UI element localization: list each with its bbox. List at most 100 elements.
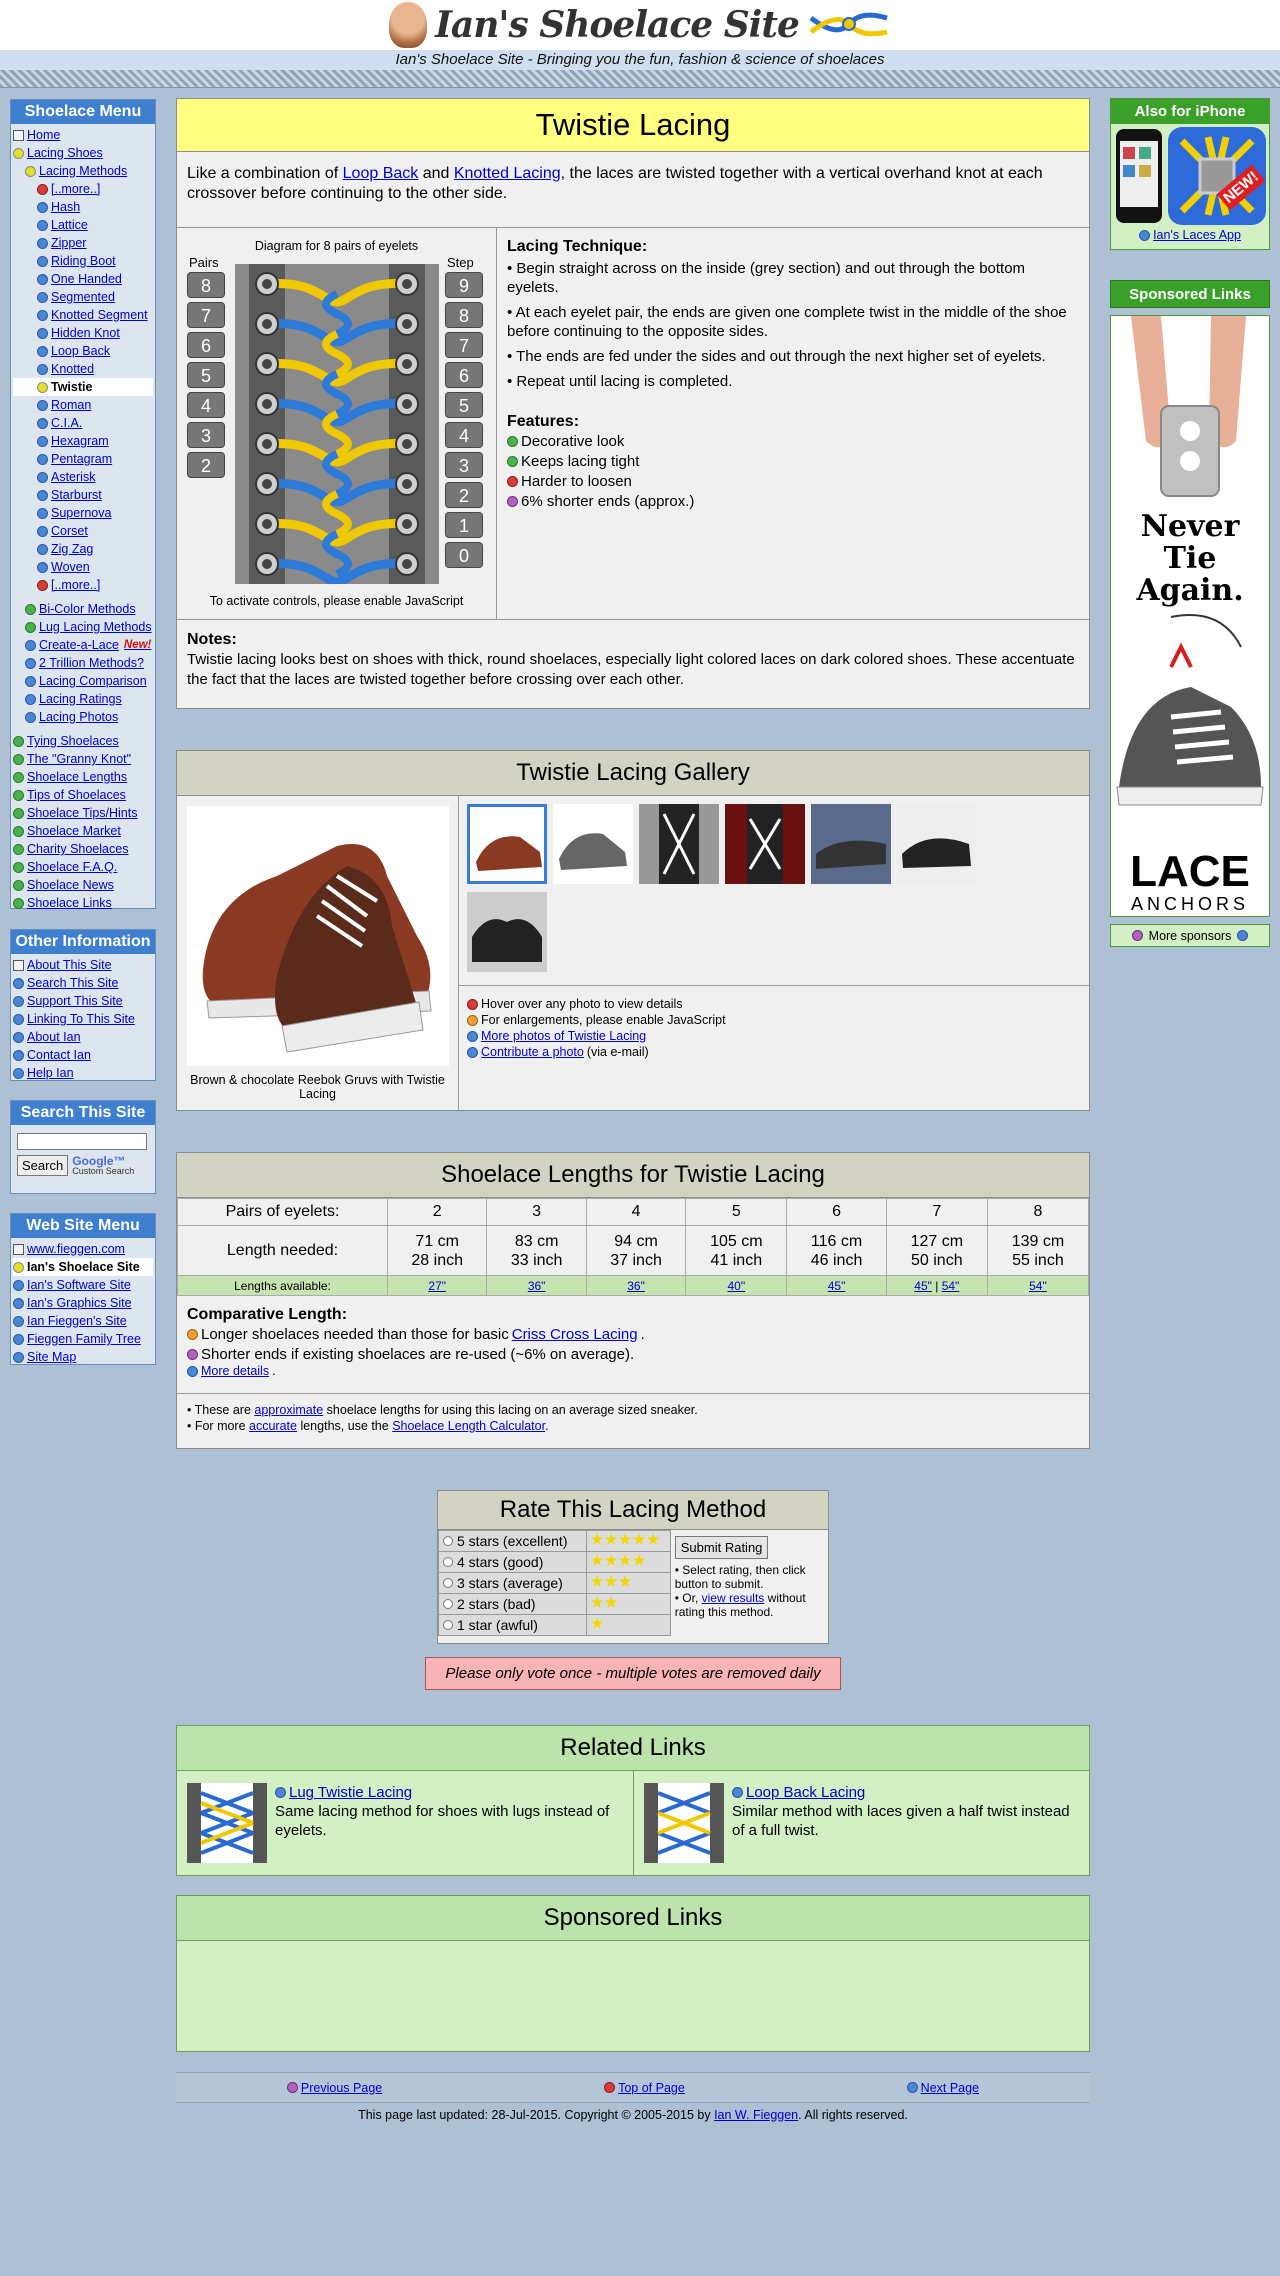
menu-item-create-a-lace[interactable]: Create-a-Lace New! — [13, 636, 153, 654]
available-length-link[interactable]: 27" — [428, 1279, 446, 1293]
pairs-button-3[interactable]: 3 — [187, 422, 225, 448]
menu-item-shoelace-lengths[interactable]: Shoelace Lengths — [13, 768, 153, 786]
pairs-button-6[interactable]: 6 — [187, 332, 225, 358]
menu-item-lacing-shoes[interactable]: Lacing Shoes — [13, 144, 153, 162]
more-photos-link[interactable]: More photos of Twistie Lacing — [481, 1028, 646, 1044]
next-page-link[interactable]: Next Page — [921, 2081, 979, 2095]
web-menu-item-5[interactable]: Fieggen Family Tree — [13, 1330, 153, 1348]
available-length-link[interactable]: 36" — [528, 1279, 546, 1293]
lug-twistie-thumbnail[interactable] — [187, 1783, 267, 1863]
menu-item-zig-zag[interactable]: Zig Zag — [13, 540, 153, 558]
available-length-link[interactable]: 45" — [828, 1279, 846, 1293]
menu-item-one-handed[interactable]: One Handed — [13, 270, 153, 288]
menu-item-2-trillion-methods[interactable]: 2 Trillion Methods? — [13, 654, 153, 672]
step-button-8[interactable]: 8 — [445, 302, 483, 328]
available-length-link[interactable]: 40" — [728, 1279, 746, 1293]
search-input[interactable] — [17, 1133, 147, 1150]
menu-item-riding-boot[interactable]: Riding Boot — [13, 252, 153, 270]
ians-laces-app-link[interactable]: Ian's Laces App — [1153, 228, 1241, 242]
menu-item-lacing-methods[interactable]: Lacing Methods — [13, 162, 153, 180]
menu-item-supernova[interactable]: Supernova — [13, 504, 153, 522]
step-button-1[interactable]: 1 — [445, 512, 483, 538]
menu-item-hexagram[interactable]: Hexagram — [13, 432, 153, 450]
menu-item-hash[interactable]: Hash — [13, 198, 153, 216]
other-item-3[interactable]: Linking To This Site — [13, 1010, 153, 1028]
rating-radio[interactable] — [443, 1578, 453, 1588]
step-button-7[interactable]: 7 — [445, 332, 483, 358]
menu-item-bi-color-methods[interactable]: Bi-Color Methods — [13, 600, 153, 618]
menu-item-home[interactable]: Home — [13, 126, 153, 144]
menu-item-lacing-comparison[interactable]: Lacing Comparison — [13, 672, 153, 690]
step-button-0[interactable]: 0 — [445, 542, 483, 568]
rating-option[interactable]: 3 stars (average) — [438, 1572, 587, 1594]
knotted-lacing-link[interactable]: Knotted Lacing — [454, 165, 561, 182]
main-shoe-photo[interactable] — [187, 806, 449, 1066]
menu-item-twistie[interactable]: Twistie — [13, 378, 153, 396]
rating-radio[interactable] — [443, 1536, 453, 1546]
menu-item-lattice[interactable]: Lattice — [13, 216, 153, 234]
pairs-button-4[interactable]: 4 — [187, 392, 225, 418]
thumbnail-4[interactable] — [725, 804, 805, 884]
more-sponsors-bar[interactable]: More sponsors — [1110, 924, 1270, 947]
view-results-link[interactable]: view results — [702, 1591, 765, 1605]
other-item-0[interactable]: About This Site — [13, 956, 153, 974]
length-calculator-link[interactable]: Shoelace Length Calculator — [392, 1419, 545, 1433]
web-menu-item-4[interactable]: Ian Fieggen's Site — [13, 1312, 153, 1330]
thumbnail-2[interactable] — [553, 804, 633, 884]
search-button[interactable]: Search — [17, 1155, 69, 1176]
web-menu-item-2[interactable]: Ian's Software Site — [13, 1276, 153, 1294]
rating-option[interactable]: 4 stars (good) — [438, 1551, 587, 1573]
menu-item-the-granny-knot[interactable]: The "Granny Knot" — [13, 750, 153, 768]
menu-item-corset[interactable]: Corset — [13, 522, 153, 540]
previous-page-link[interactable]: Previous Page — [301, 2081, 382, 2095]
pairs-button-5[interactable]: 5 — [187, 362, 225, 388]
menu-item-c-i-a[interactable]: C.I.A. — [13, 414, 153, 432]
menu-item-shoelace-news[interactable]: Shoelace News — [13, 876, 153, 894]
top-of-page-link[interactable]: Top of Page — [618, 2081, 685, 2095]
menu-item-segmented[interactable]: Segmented — [13, 288, 153, 306]
step-button-9[interactable]: 9 — [445, 272, 483, 298]
rating-radio[interactable] — [443, 1557, 453, 1567]
menu-item-knotted-segment[interactable]: Knotted Segment — [13, 306, 153, 324]
available-length-link[interactable]: 45" — [914, 1279, 932, 1293]
menu-item-tips-of-shoelaces[interactable]: Tips of Shoelaces — [13, 786, 153, 804]
pairs-button-2[interactable]: 2 — [187, 452, 225, 478]
lace-anchors-ad[interactable]: Never Tie Again. LACE ANCHORS — [1110, 315, 1270, 917]
menu-item-asterisk[interactable]: Asterisk — [13, 468, 153, 486]
step-button-3[interactable]: 3 — [445, 452, 483, 478]
web-menu-item-1[interactable]: Ian's Shoelace Site — [13, 1258, 153, 1276]
menu-item-shoelace-f-a-q[interactable]: Shoelace F.A.Q. — [13, 858, 153, 876]
step-button-4[interactable]: 4 — [445, 422, 483, 448]
available-length-link[interactable]: 54" — [942, 1279, 960, 1293]
accurate-link[interactable]: accurate — [249, 1419, 297, 1433]
menu-item-lug-lacing-methods[interactable]: Lug Lacing Methods — [13, 618, 153, 636]
loop-back-thumbnail[interactable] — [644, 1783, 724, 1863]
menu-item-starburst[interactable]: Starburst — [13, 486, 153, 504]
menu-item-shoelace-market[interactable]: Shoelace Market — [13, 822, 153, 840]
author-link[interactable]: Ian W. Fieggen — [714, 2108, 798, 2122]
rating-option[interactable]: 5 stars (excellent) — [438, 1530, 587, 1552]
menu-item-more[interactable]: [..more..] — [13, 576, 153, 594]
thumbnail-6[interactable] — [897, 804, 977, 884]
menu-item-pentagram[interactable]: Pentagram — [13, 450, 153, 468]
menu-item-shoelace-tips-hints[interactable]: Shoelace Tips/Hints — [13, 804, 153, 822]
more-details-link[interactable]: More details — [201, 1364, 269, 1378]
criss-cross-link[interactable]: Criss Cross Lacing — [512, 1326, 638, 1343]
thumbnail-5[interactable] — [811, 804, 891, 884]
menu-item-zipper[interactable]: Zipper — [13, 234, 153, 252]
approximate-link[interactable]: approximate — [254, 1403, 323, 1417]
available-length-link[interactable]: 36" — [627, 1279, 645, 1293]
lug-twistie-link[interactable]: Lug Twistie Lacing — [289, 1783, 412, 1802]
submit-rating-button[interactable]: Submit Rating — [674, 1536, 769, 1559]
arrow-right-icon[interactable] — [1237, 930, 1249, 941]
arrow-left-icon[interactable] — [1131, 930, 1143, 941]
menu-item-charity-shoelaces[interactable]: Charity Shoelaces — [13, 840, 153, 858]
menu-item-more[interactable]: [..more..] — [13, 180, 153, 198]
menu-item-knotted[interactable]: Knotted — [13, 360, 153, 378]
step-button-5[interactable]: 5 — [445, 392, 483, 418]
menu-item-lacing-ratings[interactable]: Lacing Ratings — [13, 690, 153, 708]
other-item-5[interactable]: Contact Ian — [13, 1046, 153, 1064]
site-logo[interactable]: Ian's Shoelace Site — [435, 4, 800, 46]
menu-item-woven[interactable]: Woven — [13, 558, 153, 576]
other-item-6[interactable]: Help Ian — [13, 1064, 153, 1082]
